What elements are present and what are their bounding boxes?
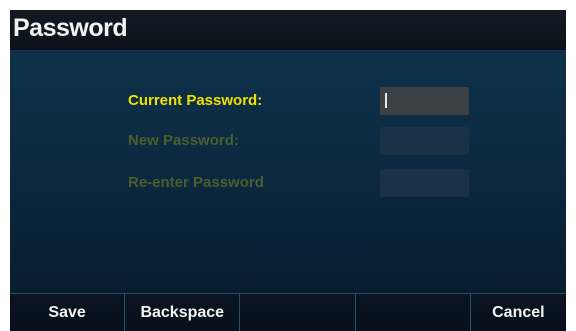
phone-screen: Password Current Password: New Password:… xyxy=(10,10,566,331)
empty-softkey-3[interactable] xyxy=(240,294,356,331)
reenter-password-label: Re-enter Password xyxy=(128,174,264,191)
current-password-row[interactable]: Current Password: xyxy=(10,87,566,115)
softkey-bar: Save Backspace Cancel xyxy=(10,293,566,331)
empty-softkey-4[interactable] xyxy=(356,294,471,331)
current-password-label: Current Password: xyxy=(128,92,263,109)
new-password-label: New Password: xyxy=(128,132,239,149)
new-password-field[interactable] xyxy=(380,127,469,155)
save-softkey[interactable]: Save xyxy=(10,294,126,331)
reenter-password-row[interactable]: Re-enter Password xyxy=(10,169,566,197)
backspace-softkey[interactable]: Backspace xyxy=(125,294,241,331)
new-password-row[interactable]: New Password: xyxy=(10,127,566,155)
text-cursor xyxy=(385,93,387,108)
current-password-field[interactable] xyxy=(380,87,469,115)
reenter-password-field[interactable] xyxy=(380,169,469,197)
page-title: Password xyxy=(13,14,128,42)
cancel-softkey[interactable]: Cancel xyxy=(471,294,566,331)
title-bar: Password xyxy=(10,10,566,51)
password-form: Current Password: New Password: Re-enter… xyxy=(10,51,566,293)
